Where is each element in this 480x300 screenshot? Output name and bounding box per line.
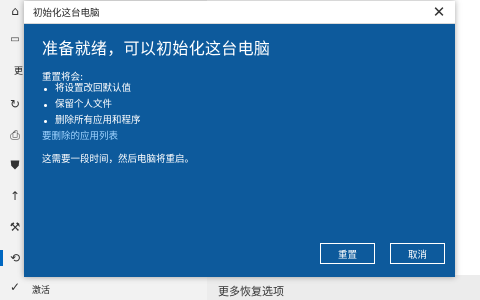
bullet-icon bbox=[44, 87, 47, 91]
list-item: 删除所有应用和程序 bbox=[42, 113, 141, 129]
close-icon[interactable]: ✕ bbox=[429, 2, 449, 22]
reset-pc-dialog: 初始化这台电脑 ✕ 准备就绪，可以初始化这台电脑 重置将会: 将设置改回默认值 … bbox=[24, 1, 455, 277]
bullet-icon bbox=[44, 103, 47, 107]
apps-to-remove-link[interactable]: 要删除的应用列表 bbox=[42, 128, 118, 142]
dialog-heading: 准备就绪，可以初始化这台电脑 bbox=[42, 39, 271, 58]
sidebar-section-label: 更 bbox=[14, 67, 24, 77]
restart-info-text: 这需要一段时间，然后电脑将重启。 bbox=[42, 154, 195, 165]
check-circle-icon[interactable]: ✓ bbox=[0, 278, 30, 296]
dialog-titlebar[interactable]: 初始化这台电脑 ✕ bbox=[24, 1, 455, 24]
list-item: 将设置改回默认值 bbox=[42, 81, 141, 97]
bullet-icon bbox=[44, 119, 47, 123]
dialog-title: 初始化这台电脑 bbox=[33, 8, 100, 19]
screen: ⌂ ▭ 更 ↻ ⎙ ⛊ ↑ ⚒ ⟲ ✓ 激活 设置 更多恢复选项 初始化这台电脑… bbox=[0, 0, 480, 300]
list-item: 保留个人文件 bbox=[42, 97, 141, 113]
more-recovery-options-heading: 更多恢复选项 bbox=[218, 285, 284, 298]
sidebar-item-activate[interactable]: 激活 bbox=[32, 283, 50, 296]
reset-effects-list: 将设置改回默认值 保留个人文件 删除所有应用和程序 bbox=[42, 81, 141, 129]
cancel-button[interactable]: 取消 bbox=[390, 243, 445, 264]
reset-button[interactable]: 重置 bbox=[320, 243, 375, 264]
